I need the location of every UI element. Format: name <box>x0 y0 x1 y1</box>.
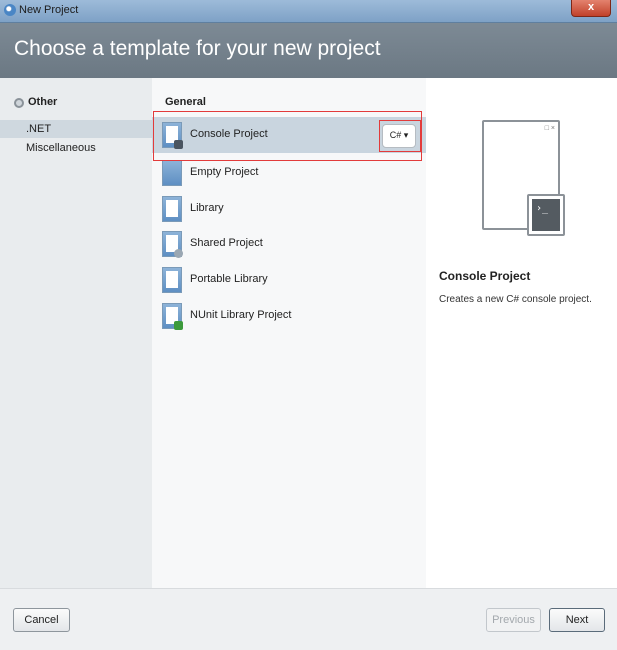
dialog-header: Choose a template for your new project <box>0 23 617 78</box>
previous-button[interactable]: Previous <box>486 608 541 632</box>
category-item-dotnet[interactable]: .NET <box>0 120 152 138</box>
category-item-miscellaneous[interactable]: Miscellaneous <box>0 139 152 157</box>
template-shared-project[interactable]: Shared Project <box>152 226 426 262</box>
empty-project-icon <box>162 160 182 186</box>
title-bar: New Project x <box>0 0 617 23</box>
dialog-footer: Cancel Previous Next <box>0 588 617 650</box>
page-title: Choose a template for your new project <box>14 37 381 60</box>
template-nunit-library-project[interactable]: NUnit Library Project <box>152 298 426 334</box>
template-group-heading: General <box>165 96 206 108</box>
category-heading[interactable]: Other <box>14 96 57 108</box>
console-project-icon <box>162 122 183 149</box>
template-console-project[interactable]: Console Project C# ▾ <box>152 117 426 153</box>
template-portable-library[interactable]: Portable Library <box>152 262 426 298</box>
preview-description: Creates a new C# console project. <box>439 294 592 305</box>
terminal-icon: ›_ <box>527 194 565 236</box>
nunit-library-icon <box>162 303 183 330</box>
next-button[interactable]: Next <box>549 608 605 632</box>
library-icon <box>162 196 182 222</box>
template-label: NUnit Library Project <box>190 309 292 321</box>
template-label: Empty Project <box>190 166 259 178</box>
category-panel: Other .NET Miscellaneous <box>0 78 153 588</box>
portable-library-icon <box>162 267 182 293</box>
close-button[interactable]: x <box>571 0 611 17</box>
template-label: Shared Project <box>190 237 263 249</box>
terminal-prompt: ›_ <box>532 199 560 231</box>
category-heading-label: Other <box>28 96 58 108</box>
other-category-icon <box>14 98 24 108</box>
template-label: Library <box>190 202 224 214</box>
language-select[interactable]: C# ▾ <box>382 124 416 148</box>
template-label: Portable Library <box>190 273 268 285</box>
app-icon <box>4 4 16 16</box>
preview-title: Console Project <box>439 269 531 283</box>
window-title: New Project <box>19 4 79 16</box>
window-controls-icon: □ × <box>544 125 555 132</box>
template-library[interactable]: Library <box>152 191 426 227</box>
template-panel: General Console Project C# ▾ Empty Proje… <box>152 78 426 588</box>
preview-panel: □ × ›_ Console Project Creates a new C# … <box>426 78 617 588</box>
shared-project-icon <box>162 231 183 258</box>
template-label: Console Project <box>190 128 268 140</box>
template-empty-project[interactable]: Empty Project <box>152 155 426 191</box>
cancel-button[interactable]: Cancel <box>13 608 70 632</box>
